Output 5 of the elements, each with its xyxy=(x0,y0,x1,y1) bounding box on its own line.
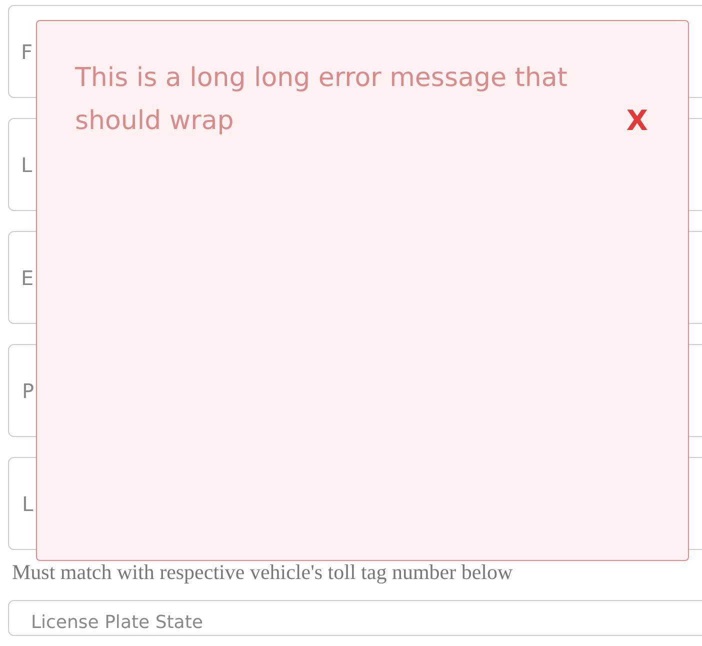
error-message: This is a long long error message that should wrap xyxy=(75,62,569,138)
text-field[interactable]: License Plate State xyxy=(8,600,702,636)
close-button[interactable]: X xyxy=(626,104,648,137)
help-text: Must match with respective vehicle's toll tag number below xyxy=(11,559,514,586)
field-placeholder: License Plate State xyxy=(30,612,203,633)
